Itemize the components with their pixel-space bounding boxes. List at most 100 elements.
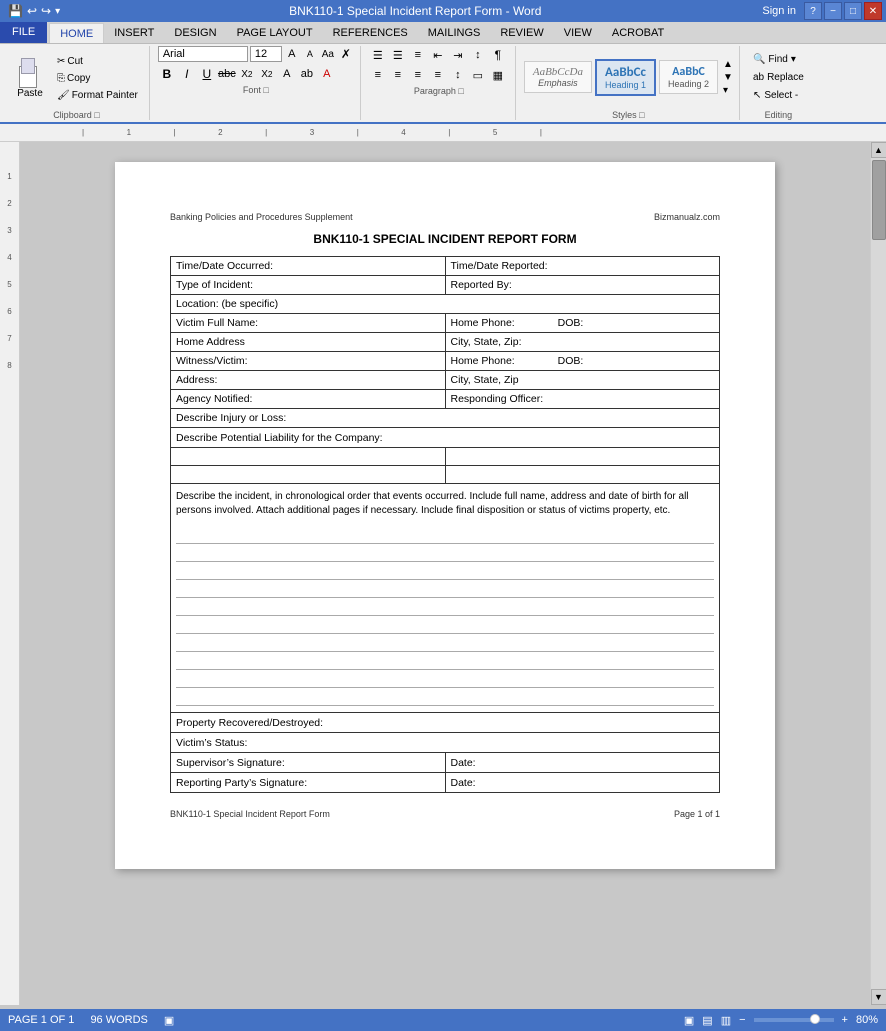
vertical-scrollbar[interactable]: ▲ ▼ xyxy=(870,142,886,1005)
show-hide-button[interactable]: ¶ xyxy=(489,46,507,64)
increase-indent-button[interactable]: ⇥ xyxy=(449,46,467,64)
table-row: Location: (be specific) xyxy=(171,295,720,314)
cut-button[interactable]: ✂ Cut xyxy=(52,54,143,69)
minimize-window-btn[interactable]: − xyxy=(824,2,842,20)
scroll-thumb[interactable] xyxy=(872,160,886,240)
doc-header-left: Banking Policies and Procedures Suppleme… xyxy=(170,212,353,222)
tab-review[interactable]: REVIEW xyxy=(490,23,553,43)
scroll-track[interactable] xyxy=(871,158,886,989)
replace-icon: ab xyxy=(753,72,764,83)
underline-button[interactable]: U xyxy=(198,65,216,83)
ribbon-tabs: FILE HOME INSERT DESIGN PAGE LAYOUT REFE… xyxy=(0,22,886,44)
tab-home[interactable]: HOME xyxy=(49,23,104,43)
tab-view[interactable]: VIEW xyxy=(554,23,602,43)
home-phone-dob-cell: Home Phone: DOB: xyxy=(445,314,720,333)
view-read-btn[interactable]: ▥ xyxy=(721,1014,731,1027)
line-spacing-button[interactable]: ↕ xyxy=(449,66,467,84)
format-painter-button[interactable]: 🖌 Format Painter xyxy=(52,88,143,103)
tab-references[interactable]: REFERENCES xyxy=(323,23,418,43)
paste-label: Paste xyxy=(17,88,43,99)
scroll-down-btn[interactable]: ▼ xyxy=(871,989,886,1005)
style-heading1[interactable]: AaBbCc Heading 1 xyxy=(595,59,656,96)
decrease-indent-button[interactable]: ⇤ xyxy=(429,46,447,64)
zoom-thumb[interactable] xyxy=(810,1014,820,1024)
empty-cell xyxy=(171,448,446,466)
supervisor-sig-row: Supervisor’s Signature: Date: xyxy=(171,753,720,773)
paragraph-group: ☰ ☰ ≡ ⇤ ⇥ ↕ ¶ ≡ ≡ ≡ ≡ ↕ ▭ ▦ Paragraph □ xyxy=(363,46,516,120)
incident-type-label: Type of Incident: xyxy=(171,276,446,295)
customize-icon[interactable]: ▾ xyxy=(55,6,60,17)
editing-group-label: Editing xyxy=(748,110,809,120)
view-web-btn[interactable]: ▤ xyxy=(702,1014,712,1027)
font-name-input[interactable] xyxy=(158,46,248,62)
table-row: Witness/Victim: Home Phone: DOB: xyxy=(171,352,720,371)
view-print-btn[interactable]: ▣ xyxy=(684,1014,694,1027)
tab-insert[interactable]: INSERT xyxy=(104,23,164,43)
ribbon-content: Paste ✂ Cut ⎘ Copy 🖌 Format Painter Clip… xyxy=(0,44,886,124)
numbering-button[interactable]: ☰ xyxy=(389,46,407,64)
tab-mailings[interactable]: MAILINGS xyxy=(418,23,491,43)
city-state-zip-label: City, State, Zip: xyxy=(445,333,720,352)
copy-button[interactable]: ⎘ Copy xyxy=(52,71,143,86)
shrink-font-icon[interactable]: A xyxy=(302,46,318,62)
change-case-icon[interactable]: Aa xyxy=(320,46,336,62)
reporting-sig-label: Reporting Party’s Signature: xyxy=(171,773,446,793)
italic-button[interactable]: I xyxy=(178,65,196,83)
styles-scroll[interactable]: ▲ ▼ ▾ xyxy=(723,59,733,96)
tab-file[interactable]: FILE xyxy=(0,21,47,43)
proofing-icon[interactable]: ▣ xyxy=(164,1014,174,1027)
zoom-slider[interactable] xyxy=(754,1018,834,1022)
replace-button[interactable]: ab Replace xyxy=(748,70,809,85)
select-button[interactable]: ↖ Select - xyxy=(748,88,809,103)
multilevel-button[interactable]: ≡ xyxy=(409,46,427,64)
zoom-level[interactable]: 80% xyxy=(856,1014,878,1026)
liability-label: Describe Potential Liability for the Com… xyxy=(171,428,720,448)
tab-design[interactable]: DESIGN xyxy=(164,23,226,43)
minimize-btn[interactable]: ? xyxy=(804,2,822,20)
bold-button[interactable]: B xyxy=(158,65,176,83)
align-right-button[interactable]: ≡ xyxy=(409,66,427,84)
narrative-cell: Describe the incident, in chronological … xyxy=(171,484,720,713)
strikethrough-button[interactable]: abc xyxy=(218,65,236,83)
scroll-up-btn[interactable]: ▲ xyxy=(871,142,886,158)
font-size-input[interactable] xyxy=(250,46,282,62)
save-icon[interactable]: 💾 xyxy=(8,4,23,18)
bullets-button[interactable]: ☰ xyxy=(369,46,387,64)
document-area[interactable]: Banking Policies and Procedures Suppleme… xyxy=(20,142,870,1005)
font-color-button[interactable]: A xyxy=(318,65,336,83)
text-effect-button[interactable]: A xyxy=(278,65,296,83)
table-row xyxy=(171,466,720,484)
style-heading2[interactable]: AaBbC Heading 2 xyxy=(659,60,718,94)
align-left-button[interactable]: ≡ xyxy=(369,66,387,84)
home-address-label: Home Address xyxy=(171,333,446,352)
editing-group: 🔍 Find ▾ ab Replace ↖ Select - Editing xyxy=(742,46,815,120)
sign-in[interactable]: Sign in xyxy=(762,5,796,17)
border-button[interactable]: ▦ xyxy=(489,66,507,84)
redo-icon[interactable]: ↪ xyxy=(41,4,51,18)
superscript-button[interactable]: X2 xyxy=(258,65,276,83)
style-emphasis[interactable]: AaBbCcDa Emphasis xyxy=(524,61,592,93)
zoom-in-btn[interactable]: + xyxy=(842,1014,848,1026)
paste-button[interactable]: Paste xyxy=(10,55,50,102)
shading-button[interactable]: ▭ xyxy=(469,66,487,84)
zoom-out-btn[interactable]: − xyxy=(739,1014,745,1026)
table-row xyxy=(171,448,720,466)
text-highlight-button[interactable]: ab xyxy=(298,65,316,83)
quick-access-toolbar: 💾 ↩ ↪ ▾ xyxy=(0,4,68,18)
align-center-button[interactable]: ≡ xyxy=(389,66,407,84)
grow-font-icon[interactable]: A xyxy=(284,46,300,62)
close-btn[interactable]: ✕ xyxy=(864,2,882,20)
justify-button[interactable]: ≡ xyxy=(429,66,447,84)
sort-button[interactable]: ↕ xyxy=(469,46,487,64)
clear-format-icon[interactable]: ✗ xyxy=(338,46,354,62)
restore-btn[interactable]: □ xyxy=(844,2,862,20)
subscript-button[interactable]: X2 xyxy=(238,65,256,83)
undo-icon[interactable]: ↩ xyxy=(27,4,37,18)
witness-victim-label: Witness/Victim: xyxy=(171,352,446,371)
narrative-row: Describe the incident, in chronological … xyxy=(171,484,720,713)
find-button[interactable]: 🔍 Find ▾ xyxy=(748,52,809,67)
table-row: Describe Injury or Loss: xyxy=(171,409,720,428)
tab-page-layout[interactable]: PAGE LAYOUT xyxy=(227,23,323,43)
tab-acrobat[interactable]: ACROBAT xyxy=(602,23,674,43)
font-group-label: Font □ xyxy=(158,85,354,95)
